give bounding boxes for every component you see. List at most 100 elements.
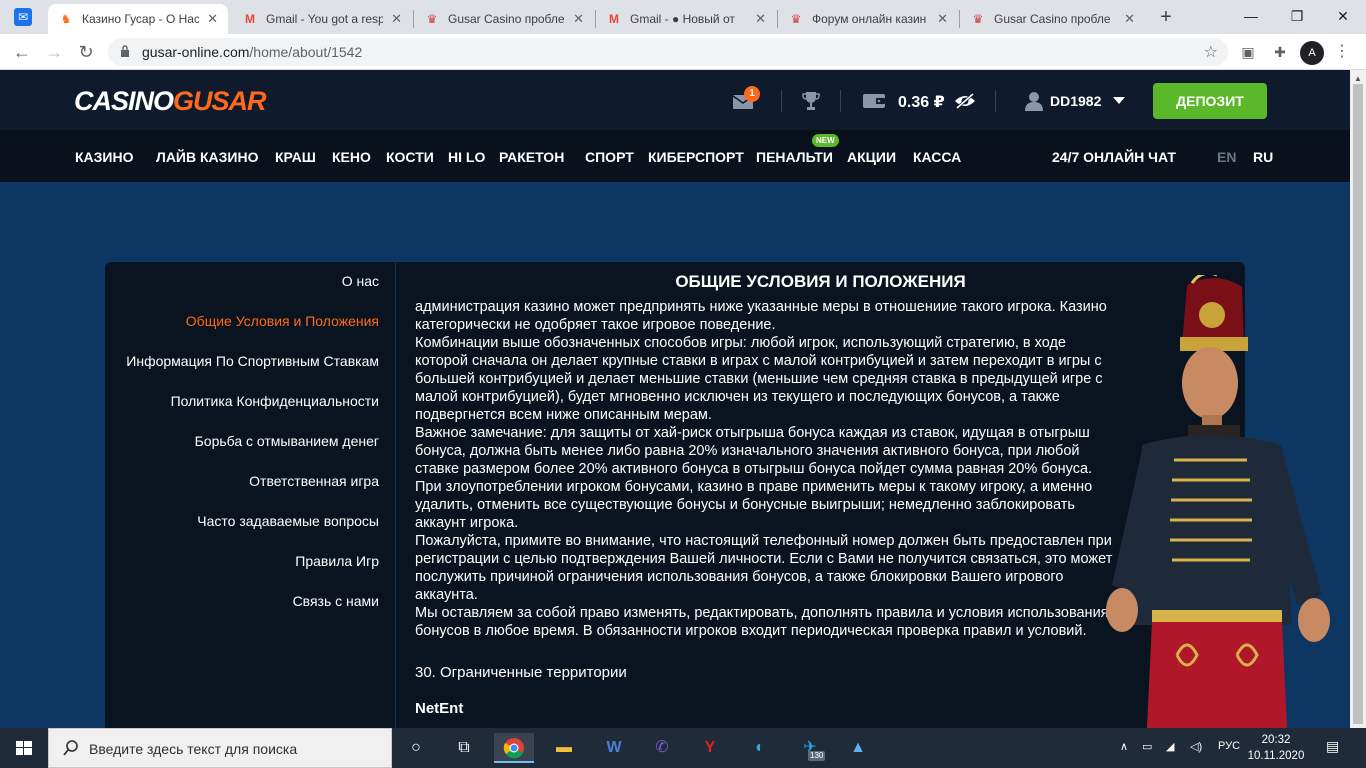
close-window-button[interactable]: ✕ <box>1320 4 1366 28</box>
tab-gusar-problems-1[interactable]: ♛ Gusar Casino пробле ✕ <box>414 4 594 34</box>
close-icon[interactable]: ✕ <box>755 11 766 27</box>
minimize-button[interactable]: — <box>1228 4 1274 28</box>
clock-time: 20:32 <box>1261 734 1291 746</box>
browser-menu-icon[interactable]: ⋮ <box>1334 41 1350 61</box>
extensions-puzzle-icon[interactable]: ✚ <box>1270 42 1290 62</box>
nav-penalty[interactable]: ПЕНАЛЬТИ <box>756 149 833 165</box>
close-icon[interactable]: ✕ <box>207 11 218 27</box>
close-icon[interactable]: ✕ <box>937 11 948 27</box>
tray-language[interactable]: РУС <box>1218 740 1240 752</box>
sidebar-item-aml[interactable]: Борьба с отмыванием денег <box>195 433 379 449</box>
chrome-icon[interactable] <box>494 733 534 763</box>
maximize-button[interactable]: ❐ <box>1274 4 1320 28</box>
tab-title: Форум онлайн казин <box>812 12 927 26</box>
address-bar[interactable]: gusar-online.com/home/about/1542 ☆ <box>108 38 1228 66</box>
tab-gusar-problems-2[interactable]: ♛ Gusar Casino пробле ✕ <box>960 4 1145 34</box>
scrollbar-thumb[interactable] <box>1353 84 1363 724</box>
header-divider <box>995 90 996 112</box>
sidebar-item-responsible-gaming[interactable]: Ответственная игра <box>249 473 379 489</box>
forum-favicon-icon: ♛ <box>426 12 438 26</box>
back-button[interactable]: ← <box>10 40 34 64</box>
cortana-icon[interactable]: ○ <box>396 733 436 763</box>
tab-gmail-2[interactable]: M Gmail - ● Новый от ✕ <box>596 4 776 34</box>
close-icon[interactable]: ✕ <box>391 11 402 27</box>
tab-gusar-about[interactable]: ♞ Казино Гусар - О Нас ✕ <box>48 4 228 34</box>
close-icon[interactable]: ✕ <box>573 11 584 27</box>
bookmark-star-icon[interactable]: ☆ <box>1204 42 1218 62</box>
tab-title: Gusar Casino пробле <box>448 12 565 26</box>
reload-button[interactable]: ↻ <box>74 40 98 64</box>
telegram-icon[interactable]: ✈ 130 <box>790 733 830 763</box>
site-logo[interactable]: CASINOGUSAR <box>74 86 267 117</box>
word-icon[interactable]: W <box>594 733 634 763</box>
close-icon[interactable]: ✕ <box>1124 11 1135 27</box>
sidebar-item-faq[interactable]: Часто задаваемые вопросы <box>197 513 379 529</box>
yandex-browser-icon[interactable]: Y <box>690 733 730 763</box>
lang-en[interactable]: EN <box>1217 149 1236 165</box>
section-heading: 30. Ограниченные территории <box>415 664 627 681</box>
scroll-up-icon[interactable]: ▲ <box>1354 74 1362 83</box>
task-view-icon[interactable]: ⧉ <box>444 733 484 763</box>
viber-icon[interactable]: ✆ <box>642 733 682 763</box>
gusar-favicon-icon: ♞ <box>60 12 72 26</box>
eye-slash-icon[interactable] <box>954 92 976 110</box>
mail-app-icon[interactable]: ✉ <box>14 8 32 26</box>
page-scrollbar[interactable]: ▲ <box>1350 70 1366 728</box>
url-text: gusar-online.com/home/about/1542 <box>142 44 363 60</box>
tray-volume-icon[interactable]: ◁) <box>1190 740 1202 753</box>
balance-amount: 0.36 ₽ <box>898 94 945 111</box>
sidebar-item-privacy[interactable]: Политика Конфиденциальности <box>171 393 379 409</box>
tab-title: Gusar Casino пробле <box>994 12 1111 26</box>
sidebar-item-terms[interactable]: Общие Условия и Положения <box>186 313 379 329</box>
header-divider <box>840 90 841 112</box>
sidebar-item-about[interactable]: О нас <box>342 273 379 289</box>
profile-avatar[interactable]: A <box>1300 41 1324 65</box>
new-badge: NEW <box>812 134 839 147</box>
gmail-icon: M <box>245 12 255 26</box>
chevron-down-icon[interactable] <box>1113 97 1125 105</box>
taskbar-search[interactable]: Введите здесь текст для поиска <box>48 728 392 768</box>
gmail-icon: M <box>609 12 619 26</box>
sidebar-item-game-rules[interactable]: Правила Игр <box>295 553 379 569</box>
nav-dice[interactable]: КОСТИ <box>386 149 434 165</box>
online-chat-link[interactable]: 24/7 ОНЛАЙН ЧАТ <box>1052 149 1176 165</box>
browser-tabstrip: ✉ ♞ Казино Гусар - О Нас ✕ M Gmail - You… <box>0 0 1366 34</box>
tray-display-icon[interactable]: ▭ <box>1142 740 1152 753</box>
notification-center-icon[interactable]: ▤ <box>1326 738 1339 755</box>
photos-icon[interactable]: ▲ <box>838 733 878 763</box>
nav-casino[interactable]: КАЗИНО <box>75 149 134 165</box>
wallet-icon[interactable] <box>862 93 886 109</box>
tray-chevron-icon[interactable]: ∧ <box>1120 740 1128 753</box>
forward-button[interactable]: → <box>42 40 66 64</box>
lang-ru[interactable]: RU <box>1253 149 1273 165</box>
section-subheading: NetEnt <box>415 700 464 717</box>
nav-sport[interactable]: СПОРТ <box>585 149 634 165</box>
deposit-button[interactable]: ДЕПОЗИТ <box>1153 83 1267 119</box>
tab-title: Казино Гусар - О Нас <box>82 12 200 26</box>
nav-raketon[interactable]: РАКЕТОН <box>499 149 564 165</box>
nav-promotions[interactable]: АКЦИИ <box>847 149 896 165</box>
nav-keno[interactable]: КЕНО <box>332 149 371 165</box>
nav-crash[interactable]: КРАШ <box>275 149 316 165</box>
extension-icon[interactable]: ▣ <box>1238 42 1258 62</box>
windows-start-icon[interactable] <box>0 728 48 768</box>
sidebar-item-contact[interactable]: Связь с нами <box>293 593 379 609</box>
nav-hi-lo[interactable]: HI LO <box>448 149 485 165</box>
header-divider <box>781 90 782 112</box>
nav-cashier[interactable]: КАССА <box>913 149 961 165</box>
taskbar-clock[interactable]: 20:32 10.11.2020 <box>1246 732 1306 764</box>
new-tab-button[interactable]: + <box>1155 6 1177 28</box>
username[interactable]: DD1982 <box>1050 93 1101 109</box>
trophy-icon[interactable] <box>802 91 820 111</box>
sidebar-item-sports-betting[interactable]: Информация По Спортивным Ставкам <box>126 353 379 369</box>
search-placeholder: Введите здесь текст для поиска <box>89 741 298 757</box>
edge-icon[interactable]: ◐ <box>740 733 780 763</box>
nav-live-casino[interactable]: ЛАЙВ КАЗИНО <box>156 149 258 165</box>
file-explorer-icon[interactable]: ▬ <box>544 733 584 763</box>
tab-gmail-1[interactable]: M Gmail - You got a resp ✕ <box>232 4 412 34</box>
tab-title: Gmail - You got a resp <box>266 12 384 26</box>
user-icon[interactable] <box>1025 91 1043 111</box>
tab-forum[interactable]: ♛ Форум онлайн казин ✕ <box>778 4 958 34</box>
nav-esports[interactable]: КИБЕРСПОРТ <box>648 149 744 165</box>
tray-network-icon[interactable]: ◢ <box>1166 740 1174 753</box>
